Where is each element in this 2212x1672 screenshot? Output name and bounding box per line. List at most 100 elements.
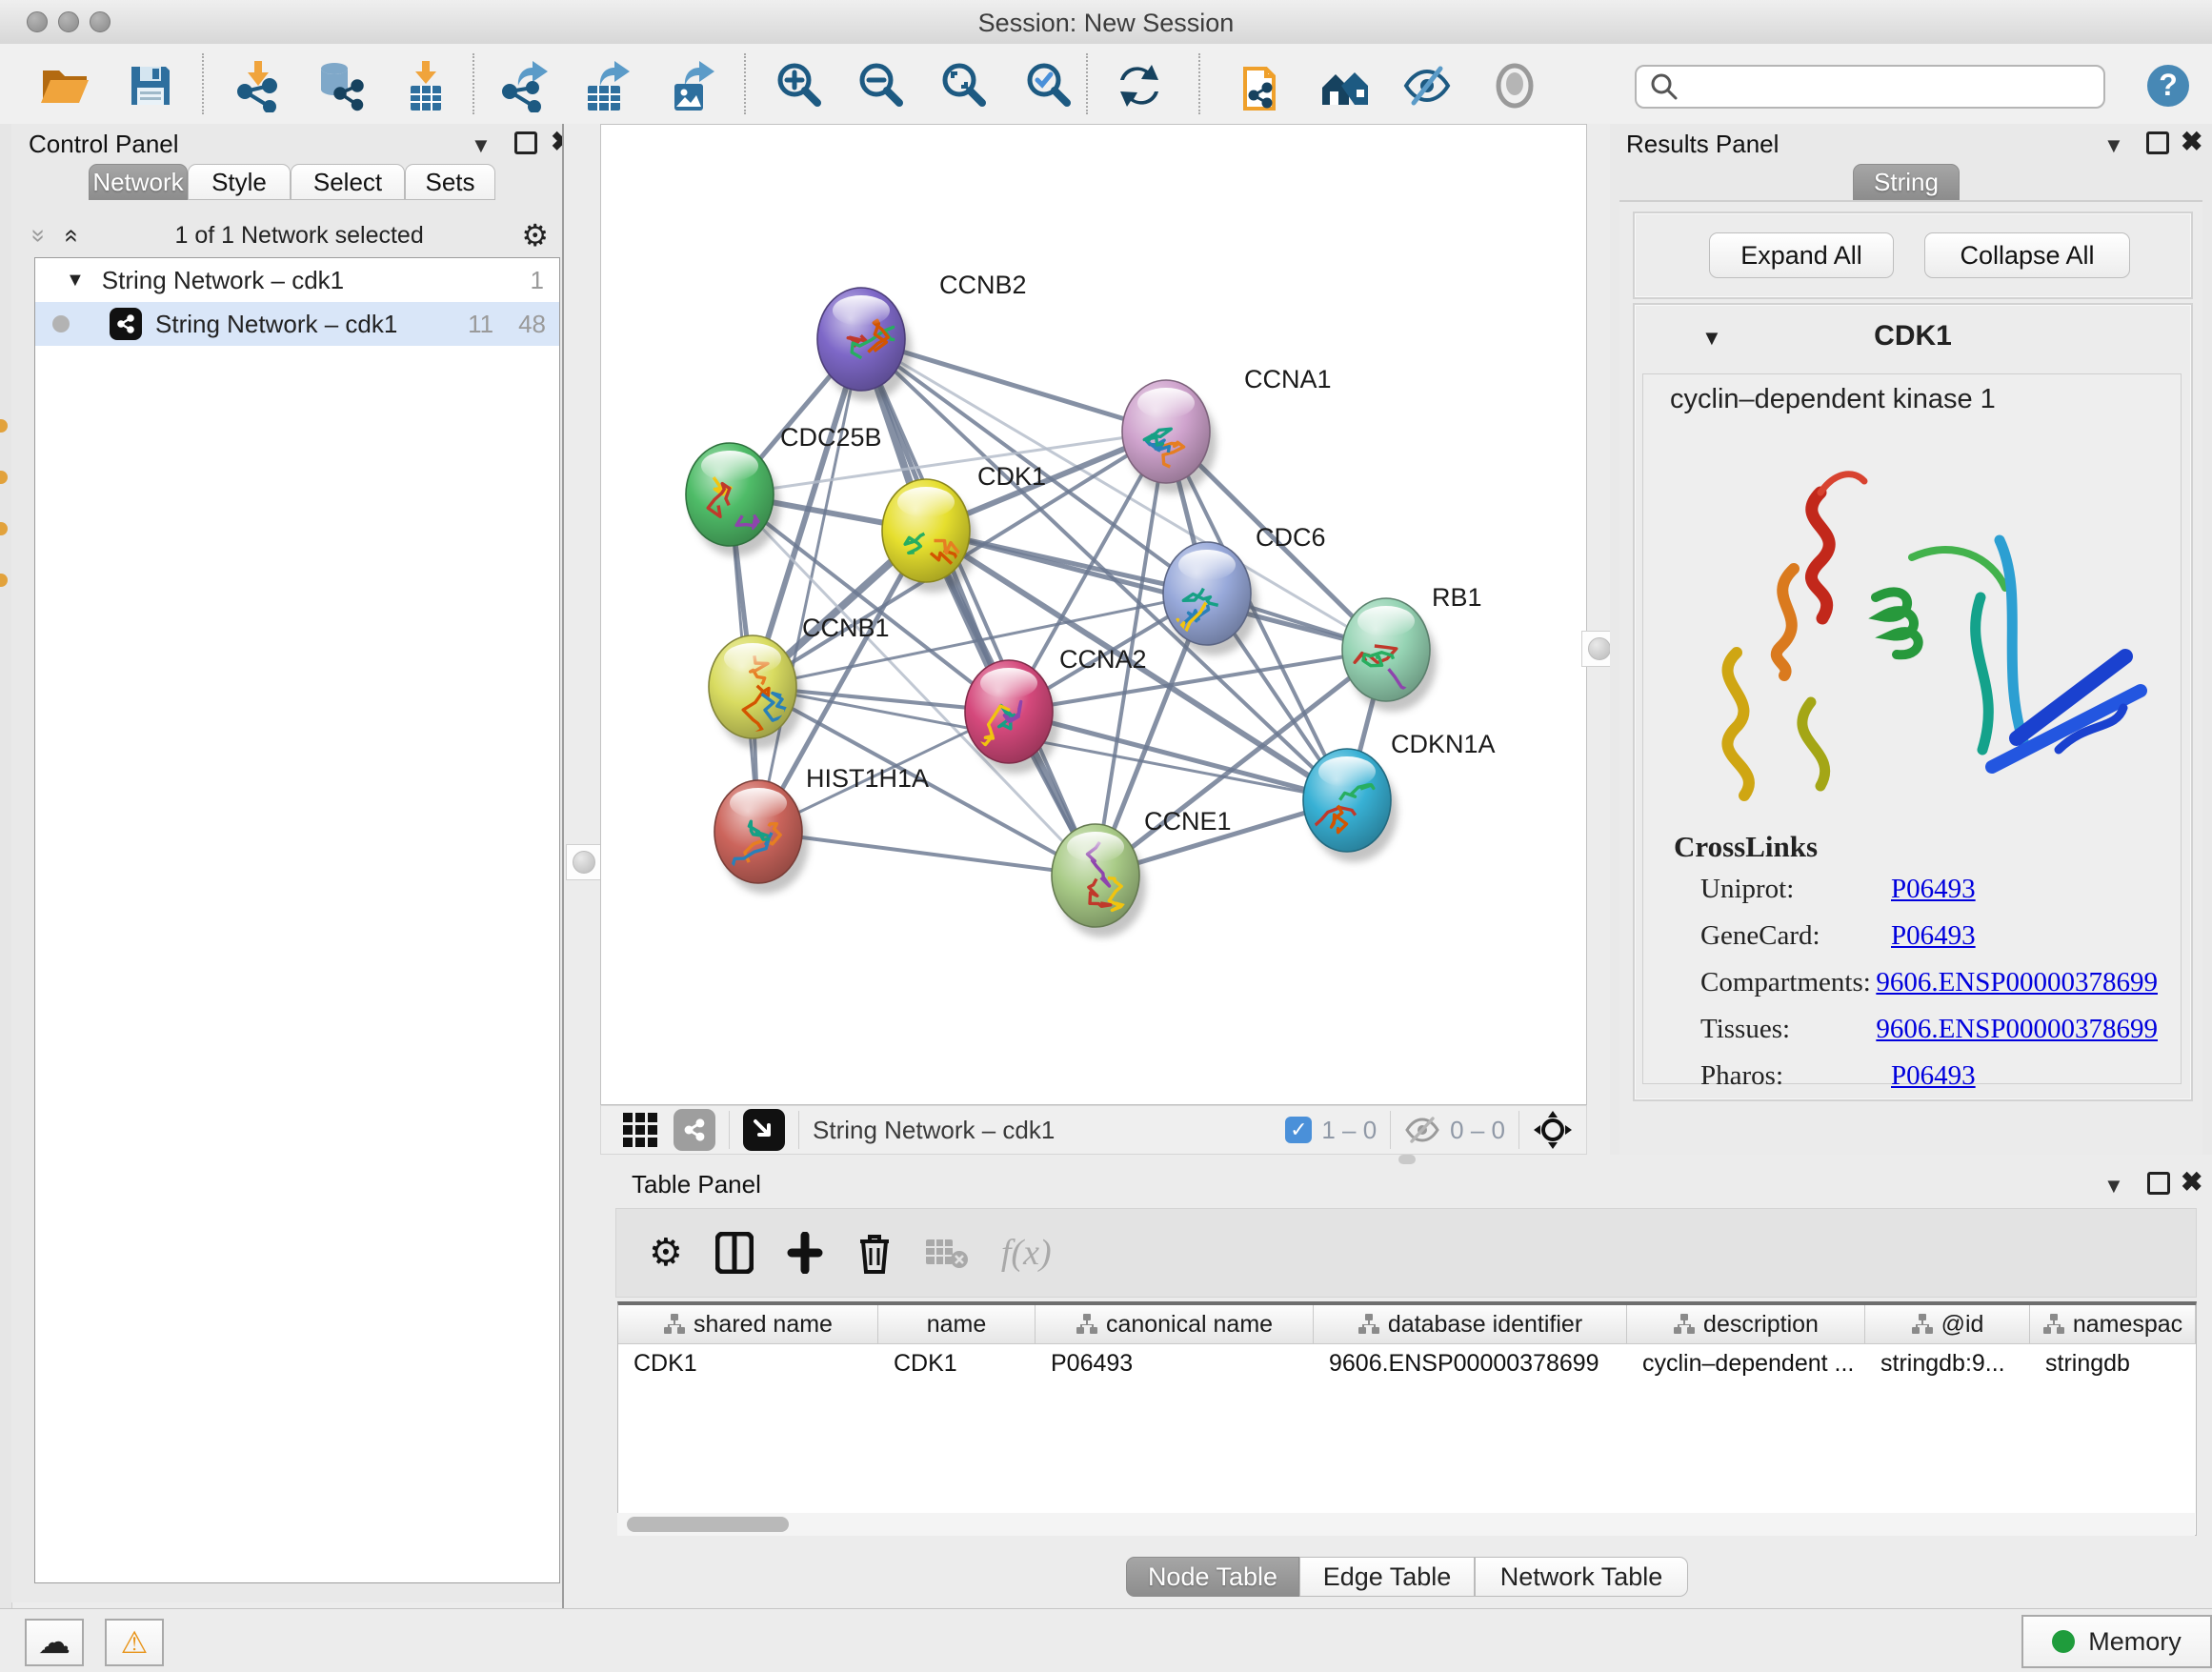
import-string-network-icon[interactable] xyxy=(1236,57,1293,114)
control-panel-float-icon[interactable] xyxy=(514,131,537,154)
left-splitter[interactable] xyxy=(562,124,602,1608)
string-enhance-icon[interactable] xyxy=(674,1109,715,1151)
table-cell[interactable]: CDK1 xyxy=(618,1344,878,1382)
zoom-in-icon[interactable] xyxy=(772,57,829,114)
node-table: shared name name canonical namedatabase id… xyxy=(617,1301,2197,1536)
column-header-namespac[interactable]: namespac xyxy=(2030,1305,2196,1343)
horizontal-splitter-knob[interactable] xyxy=(1398,1155,1416,1164)
string-network-graph[interactable]: CCNB2CCNA1CDC25BCDK1CDC6RB1CCNB1CCNA2CDK… xyxy=(601,125,1586,1104)
expand-all-icon[interactable]: » xyxy=(55,229,85,242)
zoom-out-icon[interactable] xyxy=(854,57,911,114)
create-column-icon[interactable] xyxy=(786,1232,824,1274)
column-header-@id[interactable]: @id xyxy=(1865,1305,2030,1343)
tab-string[interactable]: String xyxy=(1853,164,1960,200)
control-panel-menu-arrow-icon[interactable]: ▼ xyxy=(471,133,492,158)
table-cell[interactable]: stringdb xyxy=(2030,1344,2196,1382)
table-cell[interactable]: cyclin–dependent ... xyxy=(1627,1344,1865,1382)
table-panel-float-icon[interactable] xyxy=(2147,1172,2170,1195)
attribute-icon xyxy=(2042,1313,2065,1336)
collapse-all-button[interactable]: Collapse All xyxy=(1924,232,2130,278)
gray-eye-icon[interactable] xyxy=(1486,57,1543,114)
table-cell[interactable]: P06493 xyxy=(1036,1344,1314,1382)
hide-panel-eye-icon[interactable] xyxy=(1398,57,1456,114)
table-cell[interactable]: 9606.ENSP00000378699 xyxy=(1314,1344,1627,1382)
tab-network-table[interactable]: Network Table xyxy=(1475,1557,1688,1597)
import-network-from-database-icon[interactable] xyxy=(310,57,367,114)
birds-eye-view-icon[interactable] xyxy=(622,1112,658,1148)
cloud-icon: ☁ xyxy=(38,1623,70,1662)
right-splitter[interactable] xyxy=(1587,124,1610,1164)
crosslink-link[interactable]: 9606.ENSP00000378699 xyxy=(1876,1014,2158,1045)
results-panel-close-icon[interactable]: ✖ xyxy=(2181,126,2202,157)
disclosure-triangle-icon[interactable]: ▼ xyxy=(66,270,85,292)
crosslink-link[interactable]: P06493 xyxy=(1891,1060,1976,1092)
network-collection-row[interactable]: ▼ String Network – cdk1 1 xyxy=(35,258,559,302)
crosslink-link[interactable]: P06493 xyxy=(1891,874,1976,905)
left-splitter-knob[interactable] xyxy=(566,844,602,880)
string-home-icon[interactable] xyxy=(1317,57,1374,114)
network-canvas[interactable]: CCNB2CCNA1CDC25BCDK1CDC6RB1CCNB1CCNA2CDK… xyxy=(600,124,1587,1105)
memory-status-dot xyxy=(2052,1630,2075,1653)
fit-selected-crosshair-icon[interactable] xyxy=(1533,1110,1573,1150)
help-icon[interactable]: ? xyxy=(2145,63,2191,109)
tab-select[interactable]: Select xyxy=(291,164,405,200)
export-image-icon[interactable] xyxy=(663,57,720,114)
crosslink-link[interactable]: 9606.ENSP00000378699 xyxy=(1876,967,2158,998)
crosslink-link[interactable]: P06493 xyxy=(1891,920,1976,952)
selected-nodes-checkbox[interactable]: ✓ xyxy=(1285,1117,1312,1143)
column-header-label: description xyxy=(1703,1311,1819,1339)
save-session-icon[interactable] xyxy=(122,57,179,114)
collapse-all-icon[interactable]: » xyxy=(25,229,54,242)
delete-table-icon[interactable] xyxy=(925,1236,969,1270)
delete-column-trash-icon[interactable] xyxy=(856,1232,893,1274)
horizontal-splitter[interactable] xyxy=(600,1155,2212,1164)
column-header-database-identifier[interactable]: database identifier xyxy=(1314,1305,1627,1343)
table-toolbar: ⚙ f(x) xyxy=(615,1208,2197,1298)
zoom-fit-icon[interactable] xyxy=(936,57,994,114)
column-header-name[interactable]: name xyxy=(878,1305,1036,1343)
svg-text:CDC6: CDC6 xyxy=(1256,523,1326,552)
table-cell[interactable]: CDK1 xyxy=(878,1344,1036,1382)
tab-edge-table[interactable]: Edge Table xyxy=(1299,1557,1475,1597)
table-settings-gear-icon[interactable]: ⚙ xyxy=(649,1231,683,1275)
tab-style[interactable]: Style xyxy=(188,164,291,200)
results-panel-menu-arrow-icon[interactable]: ▼ xyxy=(2103,133,2124,158)
column-header-canonical-name[interactable]: canonical name xyxy=(1036,1305,1314,1343)
table-cell[interactable]: stringdb:9... xyxy=(1865,1344,2030,1382)
results-actions-box: Expand All Collapse All xyxy=(1633,212,2193,299)
crosslink-label: Compartments: xyxy=(1700,967,1876,998)
warning-button[interactable]: ⚠ xyxy=(105,1619,164,1666)
tab-sets[interactable]: Sets xyxy=(405,164,495,200)
scrollbar-thumb[interactable] xyxy=(627,1517,789,1532)
memory-button[interactable]: Memory xyxy=(2021,1615,2212,1668)
table-panel-close-icon[interactable]: ✖ xyxy=(2181,1166,2202,1198)
network-row[interactable]: String Network – cdk1 11 48 xyxy=(35,302,559,346)
expand-all-button[interactable]: Expand All xyxy=(1709,232,1894,278)
zoom-selected-icon[interactable] xyxy=(1021,57,1078,114)
column-header-shared-name[interactable]: shared name xyxy=(618,1305,878,1343)
tab-network[interactable]: Network xyxy=(89,164,188,200)
import-network-from-file-icon[interactable] xyxy=(230,57,287,114)
show-columns-icon[interactable] xyxy=(715,1232,754,1274)
network-tree-header: » » 1 of 1 Network selected ⚙ xyxy=(32,215,553,255)
column-header-label: name xyxy=(927,1311,987,1339)
network-list: ▼ String Network – cdk1 1 String Network… xyxy=(34,257,560,1583)
open-in-window-icon[interactable] xyxy=(743,1109,785,1151)
apply-layout-icon[interactable] xyxy=(1111,57,1168,114)
svg-text:CDK1: CDK1 xyxy=(977,462,1046,491)
network-options-gear-icon[interactable]: ⚙ xyxy=(521,217,549,253)
results-panel-float-icon[interactable] xyxy=(2146,131,2169,154)
export-table-to-file-icon[interactable] xyxy=(578,57,635,114)
table-row[interactable]: CDK1CDK1P064939606.ENSP00000378699cyclin… xyxy=(618,1344,2196,1382)
table-panel-menu-arrow-icon[interactable]: ▼ xyxy=(2103,1174,2124,1199)
export-network-to-file-icon[interactable] xyxy=(496,57,553,114)
cloud-button[interactable]: ☁ xyxy=(25,1619,84,1666)
table-horizontal-scrollbar[interactable] xyxy=(617,1513,2195,1536)
toolbar-search-field[interactable] xyxy=(1635,65,2105,109)
import-table-from-file-icon[interactable] xyxy=(397,57,454,114)
column-header-description[interactable]: description xyxy=(1627,1305,1865,1343)
function-builder-icon[interactable]: f(x) xyxy=(1001,1232,1052,1274)
open-session-icon[interactable] xyxy=(36,57,93,114)
tab-node-table[interactable]: Node Table xyxy=(1126,1557,1299,1597)
hidden-nodes-eye-icon[interactable] xyxy=(1404,1116,1440,1144)
